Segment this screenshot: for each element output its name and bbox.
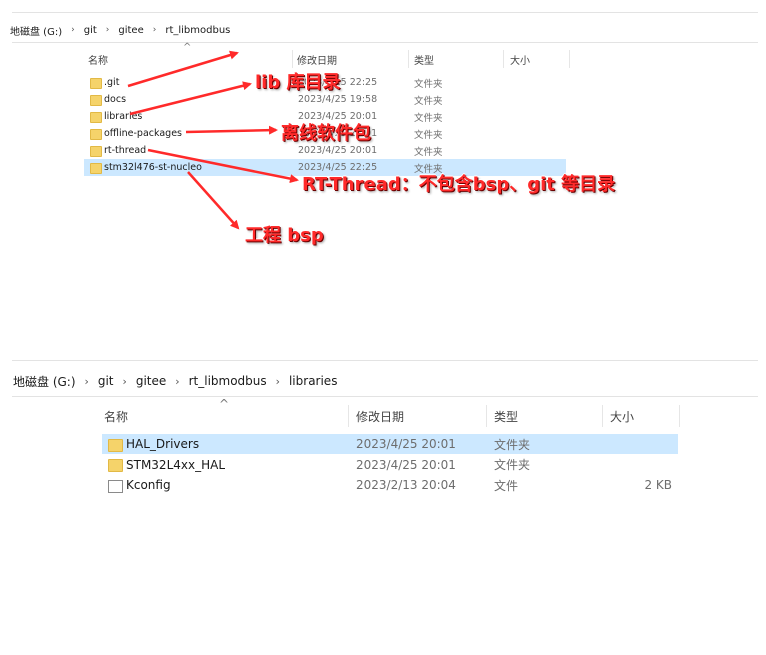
folder-icon <box>108 438 123 452</box>
breadcrumb-item-libraries[interactable]: libraries <box>289 374 337 388</box>
arrow-libraries-to-lib-label <box>129 81 252 116</box>
arrow-rtthread-to-label <box>147 148 299 184</box>
folder-icon <box>108 459 123 472</box>
annotation-rt-thread: RT-Thread：不包含bsp、git 等目录 <box>302 174 616 195</box>
column-header-name[interactable]: 名称 <box>104 405 128 427</box>
top-divider <box>12 360 758 361</box>
column-divider[interactable] <box>348 405 349 427</box>
file-name: STM32L4xx_HAL <box>126 457 226 472</box>
file-name: Kconfig <box>126 478 171 492</box>
column-header-row: 名称 修改日期 类型 大小 <box>0 405 766 427</box>
column-header-size[interactable]: 大小 <box>610 405 634 427</box>
chevron-right-icon: › <box>175 374 180 388</box>
column-divider[interactable] <box>679 405 680 427</box>
file-modified-date: 2023/4/25 20:01 <box>356 437 456 451</box>
breadcrumb-divider <box>12 396 758 397</box>
chevron-right-icon: › <box>275 374 280 388</box>
file-type: 文件夹 <box>494 437 531 452</box>
file-modified-date: 2023/4/25 20:01 <box>356 457 456 472</box>
annotation-lib-directory: lib 库目录 <box>255 72 341 93</box>
file-name: HAL_Drivers <box>126 437 200 451</box>
file-type: 文件夹 <box>494 458 531 472</box>
list-item[interactable]: Kconfig 2023/2/13 20:04 文件 2 KB <box>102 475 678 495</box>
annotation-project-bsp: 工程 bsp <box>245 225 324 246</box>
explorer-window-libraries: 地磁盘 (G:) › git › gitee › rt_libmodbus › … <box>0 355 766 655</box>
breadcrumb-item-drive[interactable]: 地磁盘 (G:) <box>13 373 76 390</box>
column-header-type[interactable]: 类型 <box>494 405 518 427</box>
column-header-date[interactable]: 修改日期 <box>356 405 404 427</box>
arrow-git-to-header <box>127 50 239 88</box>
breadcrumb-item-rt-libmodbus[interactable]: rt_libmodbus <box>189 374 267 388</box>
arrow-bsp-to-label <box>187 171 240 230</box>
chevron-right-icon: › <box>84 374 89 388</box>
column-divider[interactable] <box>602 405 603 427</box>
file-modified-date: 2023/2/13 20:04 <box>356 478 456 492</box>
list-item[interactable]: STM32L4xx_HAL 2023/4/25 20:01 文件夹 <box>102 455 678 475</box>
arrow-offline-to-label <box>185 125 278 135</box>
breadcrumb-item-gitee[interactable]: gitee <box>136 374 166 388</box>
list-item[interactable]: HAL_Drivers 2023/4/25 20:01 文件夹 <box>102 434 678 454</box>
file-icon <box>108 479 123 493</box>
column-divider[interactable] <box>486 405 487 427</box>
file-size: 2 KB <box>644 478 672 492</box>
breadcrumb-item-git[interactable]: git <box>98 374 114 388</box>
breadcrumb[interactable]: 地磁盘 (G:) › git › gitee › rt_libmodbus › … <box>13 370 337 392</box>
chevron-right-icon: › <box>122 374 127 388</box>
annotation-offline-packages: 离线软件包 <box>281 123 371 144</box>
file-type: 文件 <box>494 478 519 493</box>
